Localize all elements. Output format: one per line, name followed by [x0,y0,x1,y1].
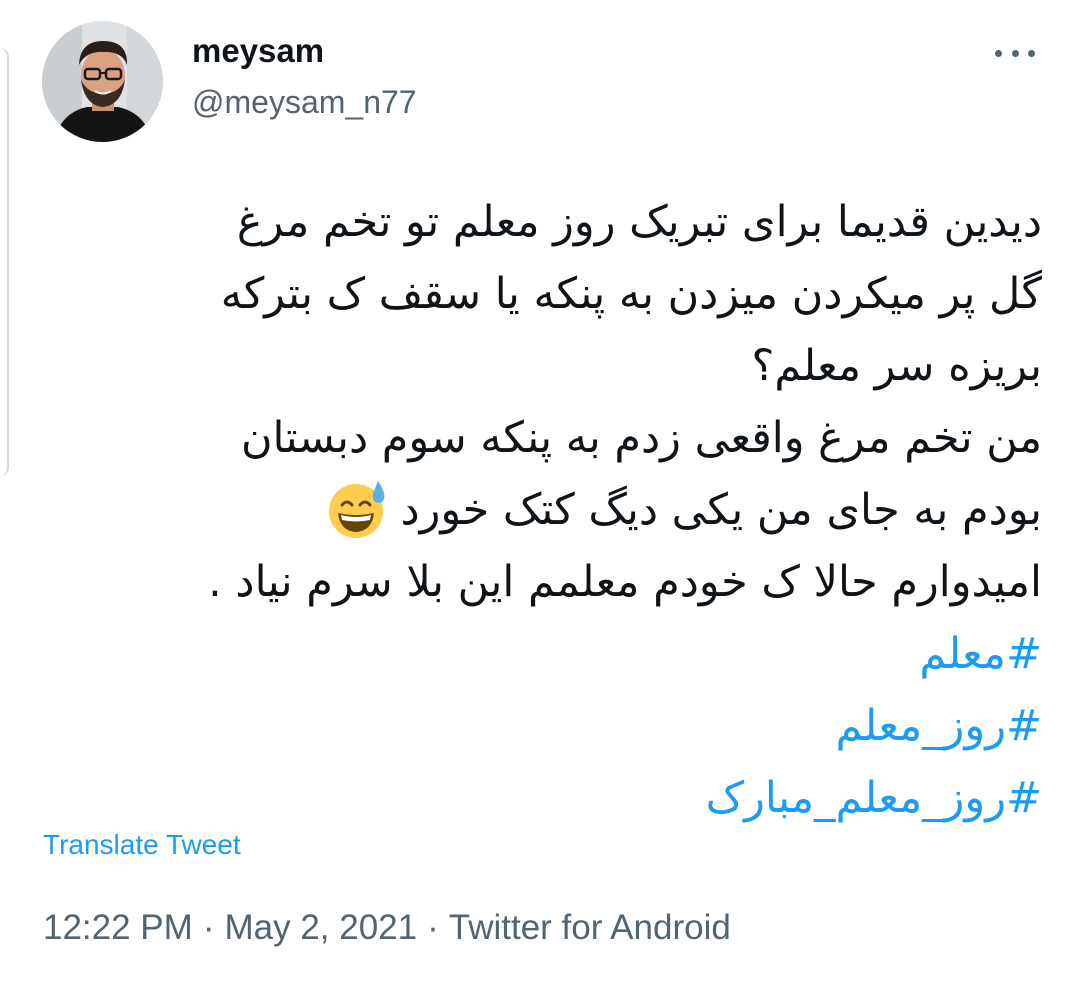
tweet-text-line: بریزه سر معلم؟ [751,341,1042,391]
tweet-text: دیدین قدیما برای تبریک روز معلم تو تخم م… [40,186,1042,834]
dot [1028,49,1035,57]
avatar-photo [42,21,163,142]
avatar[interactable] [42,21,163,142]
dot [995,49,1002,57]
grinning-face-with-sweat-emoji [329,480,385,538]
translate-tweet-link[interactable]: Translate Tweet [43,829,241,861]
tweet-text-line: بودم به جای من یکی دیگ کتک خورد [400,485,1042,535]
separator: · [427,908,439,947]
panel-edge [0,48,9,476]
tweet-text-line-with-emoji: بودم به جای من یکی دیگ کتک خورد [40,474,1042,546]
tweet-text-line: من تخم مرغ واقعی زدم به پنکه سوم دبستان [240,413,1042,463]
tweet-detail: meysam @meysam_n77 دیدین قدیما برای تبری… [0,0,1080,983]
dot [1011,49,1019,57]
hashtag-link[interactable]: #معلم [40,618,1042,690]
hashtag-link[interactable]: #روز_معلم [40,690,1042,762]
tweet-time[interactable]: 12:22 PM [43,908,193,947]
tweet-date[interactable]: May 2, 2021 [224,908,417,947]
tweet-text-line: دیدین قدیما برای تبریک روز معلم تو تخم م… [236,197,1042,247]
tweet-metadata: 12:22 PM · May 2, 2021 · Twitter for Android [43,908,731,948]
tweet-text-line: گل پر میکردن میزدن به پنکه یا سقف ک بترک… [220,269,1042,319]
more-options-icon[interactable] [995,38,1035,68]
tweet-source[interactable]: Twitter for Android [449,908,731,947]
author-handle[interactable]: @meysam_n77 [192,84,417,121]
author-display-name[interactable]: meysam [192,32,324,70]
hashtag-link[interactable]: #روز_معلم_مبارک [40,762,1042,834]
separator: · [202,908,215,947]
tweet-text-line: امیدوارم حالا ک خودم معلمم این بلا سرم ن… [208,557,1042,607]
